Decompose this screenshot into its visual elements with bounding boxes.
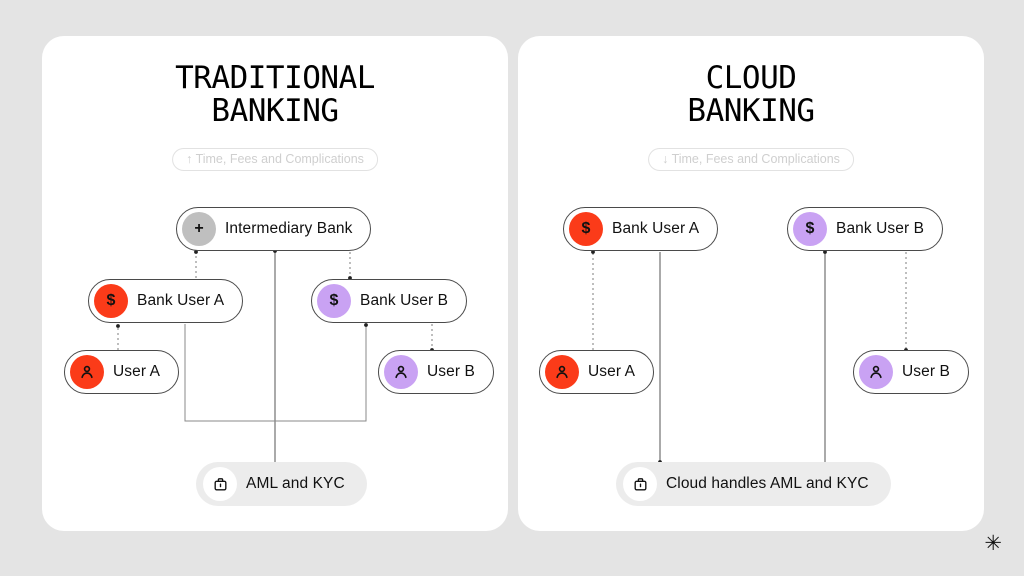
- asterisk-icon: ✳: [984, 531, 1002, 555]
- subtitle-badge-traditional: ↑ Time, Fees and Complications: [172, 148, 378, 171]
- node-label: Bank User B: [836, 220, 925, 237]
- plus-glyph: +: [194, 220, 204, 237]
- briefcase-icon: [203, 467, 237, 501]
- node-intermediary-bank[interactable]: + Intermediary Bank: [176, 207, 372, 251]
- node-label: Bank User A: [612, 220, 700, 237]
- person-icon: [70, 355, 104, 389]
- node-label: User A: [113, 363, 161, 380]
- node-label: AML and KYC: [246, 475, 345, 492]
- node-bank-user-b-traditional[interactable]: $ Bank User B: [311, 279, 468, 323]
- dollar-glyph: $: [805, 220, 815, 237]
- panel-title-cloud: CLOUD BANKING: [687, 60, 815, 129]
- dollar-glyph: $: [106, 292, 116, 309]
- dollar-glyph: $: [329, 292, 339, 309]
- dollar-icon: $: [793, 212, 827, 246]
- node-label: Bank User A: [137, 292, 225, 309]
- node-user-b-traditional[interactable]: User B: [378, 350, 494, 394]
- node-user-b-cloud[interactable]: User B: [853, 350, 969, 394]
- person-icon: [384, 355, 418, 389]
- node-user-a-traditional[interactable]: User A: [64, 350, 180, 394]
- node-label: Bank User B: [360, 292, 449, 309]
- node-bank-user-a-cloud[interactable]: $ Bank User A: [563, 207, 719, 251]
- plus-icon: +: [182, 212, 216, 246]
- node-user-a-cloud[interactable]: User A: [539, 350, 655, 394]
- node-label: User B: [427, 363, 475, 380]
- panel-cloud-banking: CLOUD BANKING ↓ Time, Fees and Complicat…: [518, 36, 984, 531]
- node-aml-and-kyc[interactable]: AML and KYC: [196, 462, 367, 506]
- dollar-icon: $: [569, 212, 603, 246]
- subtitle-badge-cloud: ↓ Time, Fees and Complications: [648, 148, 854, 171]
- node-label: User B: [902, 363, 950, 380]
- node-label: User A: [588, 363, 636, 380]
- person-icon: [545, 355, 579, 389]
- briefcase-icon: [623, 467, 657, 501]
- node-bank-user-a-traditional[interactable]: $ Bank User A: [88, 279, 244, 323]
- panel-title-traditional: TRADITIONAL BANKING: [175, 60, 375, 129]
- diagram-stage: TRADITIONAL BANKING ↑ Time, Fees and Com…: [0, 0, 1024, 576]
- dollar-icon: $: [94, 284, 128, 318]
- node-cloud-handles-aml-and-kyc[interactable]: Cloud handles AML and KYC: [616, 462, 891, 506]
- person-icon: [859, 355, 893, 389]
- dollar-glyph: $: [581, 220, 591, 237]
- dollar-icon: $: [317, 284, 351, 318]
- node-bank-user-b-cloud[interactable]: $ Bank User B: [787, 207, 944, 251]
- node-label: Cloud handles AML and KYC: [666, 475, 869, 492]
- node-label: Intermediary Bank: [225, 220, 353, 237]
